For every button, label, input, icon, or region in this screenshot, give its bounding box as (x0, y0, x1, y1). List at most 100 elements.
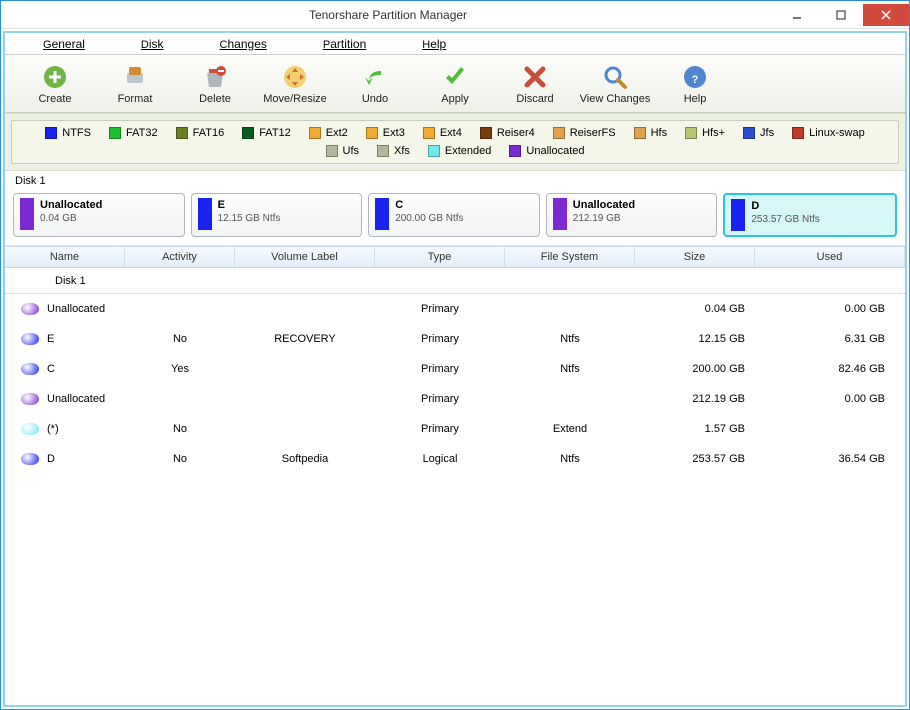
menu-disk[interactable]: Disk (113, 35, 192, 53)
legend-label: Ufs (343, 145, 360, 157)
partition-name: D (751, 199, 819, 213)
table-row[interactable]: E No RECOVERY Primary Ntfs 12.15 GB 6.31… (5, 324, 905, 354)
app-body: GeneralDiskChangesPartitionHelp CreateFo… (3, 31, 907, 707)
row-used: 82.46 GB (839, 363, 885, 375)
tool-label: Help (684, 93, 707, 105)
legend-label: Ext2 (326, 127, 348, 139)
partition-size: 253.57 GB Ntfs (751, 213, 819, 227)
row-name: Unallocated (47, 393, 105, 405)
move-icon (281, 63, 309, 91)
grid-disk-label[interactable]: Disk 1 (5, 268, 905, 294)
tool-label: Format (118, 93, 153, 105)
col-size[interactable]: Size (635, 247, 755, 267)
discard-icon (521, 63, 549, 91)
partition-name: Unallocated (40, 198, 102, 212)
row-icon (21, 363, 39, 375)
tool-label: Undo (362, 93, 388, 105)
row-file-system: Extend (553, 423, 587, 435)
partition-color-icon (20, 198, 34, 230)
row-icon (21, 453, 39, 465)
tool-delete-button[interactable]: Delete (179, 59, 251, 109)
row-used: 6.31 GB (845, 333, 885, 345)
col-used[interactable]: Used (755, 247, 905, 267)
tool-label: Discard (516, 93, 553, 105)
table-row[interactable]: Unallocated Primary 212.19 GB 0.00 GB (5, 384, 905, 414)
table-row[interactable]: C Yes Primary Ntfs 200.00 GB 82.46 GB (5, 354, 905, 384)
partition-size: 200.00 GB Ntfs (395, 212, 463, 226)
create-icon (41, 63, 69, 91)
legend-box: NTFSFAT32FAT16FAT12Ext2Ext3Ext4Reiser4Re… (11, 120, 899, 164)
partition-size: 212.19 GB (573, 212, 635, 226)
tool-label: View Changes (580, 93, 651, 105)
legend-swatch (242, 127, 254, 139)
row-size: 1.57 GB (705, 423, 745, 435)
col-file-system[interactable]: File System (505, 247, 635, 267)
legend-label: FAT32 (126, 127, 158, 139)
legend-swatch (423, 127, 435, 139)
tool-move-button[interactable]: Move/Resize (259, 59, 331, 109)
menu-partition[interactable]: Partition (295, 35, 394, 53)
partition-name: E (218, 198, 281, 212)
col-type[interactable]: Type (375, 247, 505, 267)
format-icon (121, 63, 149, 91)
tool-create-button[interactable]: Create (19, 59, 91, 109)
close-button[interactable] (863, 4, 909, 26)
main-window: Tenorshare Partition Manager GeneralDisk… (0, 0, 910, 710)
legend-swatch (792, 127, 804, 139)
col-name[interactable]: Name (5, 247, 125, 267)
view-icon (601, 63, 629, 91)
disk-partition-row: Unallocated0.04 GBE12.15 GB NtfsC200.00 … (5, 189, 905, 246)
tool-apply-button[interactable]: Apply (419, 59, 491, 109)
table-row[interactable]: (*) No Primary Extend 1.57 GB (5, 414, 905, 444)
row-used: 0.00 GB (845, 303, 885, 315)
legend-item-hfs+: Hfs+ (685, 127, 725, 139)
row-type: Logical (423, 453, 458, 465)
tool-help-button[interactable]: ? Help (659, 59, 731, 109)
menu-changes[interactable]: Changes (192, 35, 295, 53)
partition-box-e[interactable]: E12.15 GB Ntfs (191, 193, 363, 237)
table-row[interactable]: Unallocated Primary 0.04 GB 0.00 GB (5, 294, 905, 324)
legend-swatch (553, 127, 565, 139)
legend-swatch (109, 127, 121, 139)
row-type: Primary (421, 333, 459, 345)
partition-color-icon (375, 198, 389, 230)
help-icon: ? (681, 63, 709, 91)
tool-label: Apply (441, 93, 469, 105)
tool-view-button[interactable]: View Changes (579, 59, 651, 109)
apply-icon (441, 63, 469, 91)
col-activity[interactable]: Activity (125, 247, 235, 267)
tool-label: Create (38, 93, 71, 105)
row-icon (21, 333, 39, 345)
legend-swatch (428, 145, 440, 157)
partition-name: Unallocated (573, 198, 635, 212)
row-name: D (47, 453, 55, 465)
partition-box-c[interactable]: C200.00 GB Ntfs (368, 193, 540, 237)
row-type: Primary (421, 363, 459, 375)
table-row[interactable]: D No Softpedia Logical Ntfs 253.57 GB 36… (5, 444, 905, 474)
tool-undo-button[interactable]: Undo (339, 59, 411, 109)
partition-box-d[interactable]: D253.57 GB Ntfs (723, 193, 897, 237)
legend-item-ext3: Ext3 (366, 127, 405, 139)
partition-color-icon (731, 199, 745, 231)
partition-box-unallocated[interactable]: Unallocated212.19 GB (546, 193, 718, 237)
row-name: (*) (47, 423, 59, 435)
legend-swatch (685, 127, 697, 139)
col-volume-label[interactable]: Volume Label (235, 247, 375, 267)
maximize-button[interactable] (819, 4, 863, 26)
minimize-button[interactable] (775, 4, 819, 26)
legend-label: Unallocated (526, 145, 584, 157)
partition-size: 0.04 GB (40, 212, 102, 226)
menu-general[interactable]: General (15, 35, 113, 53)
row-used: 36.54 GB (839, 453, 885, 465)
row-activity: No (173, 453, 187, 465)
tool-format-button[interactable]: Format (99, 59, 171, 109)
undo-icon (361, 63, 389, 91)
partition-box-unallocated[interactable]: Unallocated0.04 GB (13, 193, 185, 237)
legend-item-extended: Extended (428, 145, 491, 157)
delete-icon (201, 63, 229, 91)
menu-help[interactable]: Help (394, 35, 474, 53)
legend-item-fat12: FAT12 (242, 127, 291, 139)
tool-discard-button[interactable]: Discard (499, 59, 571, 109)
legend-label: ReiserFS (570, 127, 616, 139)
legend-swatch (366, 127, 378, 139)
